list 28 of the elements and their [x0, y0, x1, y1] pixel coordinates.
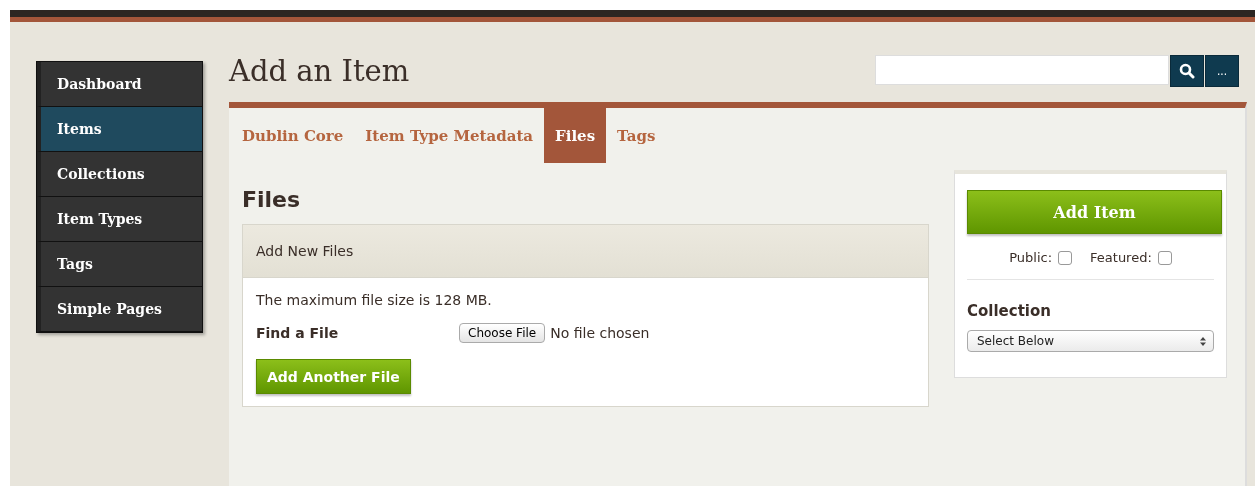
- field-label: Find a File: [256, 325, 340, 341]
- search-icon: [1179, 63, 1195, 79]
- advanced-search-button[interactable]: ...: [1205, 55, 1239, 87]
- search-field[interactable]: [875, 55, 1169, 85]
- sidebar-item[interactable]: Simple Pages: [37, 287, 202, 332]
- checkbox[interactable]: [1157, 250, 1172, 265]
- sidebar-item[interactable]: Items: [37, 107, 202, 152]
- search-button[interactable]: [1170, 55, 1204, 87]
- tab[interactable]: Files: [544, 108, 607, 163]
- panel-title: Add New Files: [256, 243, 354, 259]
- sidebar-item[interactable]: Tags: [37, 242, 202, 287]
- section-title: Files: [242, 187, 302, 212]
- sidebar-item[interactable]: Dashboard: [37, 62, 202, 107]
- sidebar-item[interactable]: Item Types: [37, 197, 202, 242]
- file-size-note: The maximum file size is 128 MB.: [256, 292, 493, 308]
- checkbox[interactable]: [1058, 250, 1073, 265]
- choose-file-button[interactable]: Choose File: [459, 323, 546, 343]
- file-status: No file chosen: [550, 325, 650, 341]
- dropdown-arrows-icon: [1200, 336, 1206, 346]
- collection-dropdown[interactable]: Select Below: [967, 330, 1214, 352]
- checkbox-label: Public:: [1009, 250, 1053, 265]
- page-title: Add an Item: [229, 54, 410, 88]
- sidebar-item[interactable]: Collections: [37, 152, 202, 197]
- tab[interactable]: Item Type Metadata: [354, 108, 545, 163]
- checkbox-label: Featured:: [1090, 250, 1152, 265]
- tab[interactable]: Tags: [606, 108, 667, 163]
- tab[interactable]: Dublin Core: [231, 108, 355, 163]
- collection-label: Collection: [967, 302, 1052, 320]
